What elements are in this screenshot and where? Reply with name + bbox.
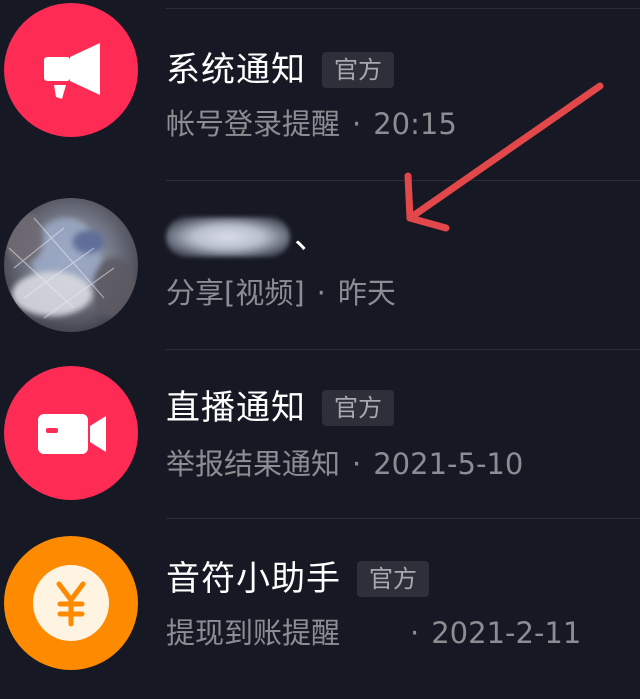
message-preview: 帐号登录提醒 (166, 107, 341, 141)
row-subtitle: 分享[视频] · 昨天 (166, 273, 396, 313)
official-badge: 官方 (322, 52, 394, 88)
megaphone-icon (44, 43, 100, 99)
official-badge: 官方 (357, 561, 429, 597)
row-subtitle: 提现到账提醒 · 2021-2-11 (166, 613, 581, 653)
row-title: 系统通知 (166, 50, 306, 90)
user-avatar (4, 198, 138, 332)
music-assistant-avatar (4, 536, 138, 670)
separator-dot: · (352, 447, 362, 481)
separator-dot: · (410, 616, 420, 650)
row-title-line: 直播通知 官方 (166, 386, 394, 430)
row-title-line: 音符小助手 官方 (166, 557, 429, 601)
message-row-system-notice[interactable]: 系统通知 官方 帐号登录提醒 · 20:15 (0, 0, 640, 180)
message-time: 2021-5-10 (373, 447, 524, 481)
message-preview: 举报结果通知 (166, 447, 341, 481)
row-title-line: 系统通知 官方 (166, 48, 394, 92)
row-subtitle: 举报结果通知 · 2021-5-10 (166, 444, 523, 484)
separator-dot: · (316, 276, 326, 310)
message-time: 2021-2-11 (431, 616, 582, 650)
message-list: 系统通知 官方 帐号登录提醒 · 20:15 、 分享[视频] · 昨天 直播通… (0, 0, 640, 699)
message-time: 昨天 (337, 276, 396, 310)
message-preview: 分享[视频] (166, 276, 305, 310)
yuan-coin-icon (33, 565, 109, 641)
row-subtitle: 帐号登录提醒 · 20:15 (166, 104, 457, 144)
video-camera-icon (38, 414, 106, 454)
row-title-suffix: 、 (294, 217, 329, 257)
message-row-user[interactable]: 、 分享[视频] · 昨天 (0, 181, 640, 349)
row-title: 音符小助手 (166, 559, 341, 599)
user-photo-icon (4, 198, 138, 332)
separator-dot: · (352, 107, 362, 141)
row-title: 直播通知 (166, 388, 306, 428)
message-row-music-assistant[interactable]: 音符小助手 官方 提现到账提醒 · 2021-2-11 (0, 519, 640, 699)
live-notice-avatar (4, 366, 138, 500)
official-badge: 官方 (322, 390, 394, 426)
row-title-line: 、 (166, 215, 329, 259)
message-preview: 提现到账提醒 (166, 616, 341, 650)
message-time: 20:15 (373, 107, 457, 141)
blurred-username (166, 217, 290, 257)
message-row-live-notice[interactable]: 直播通知 官方 举报结果通知 · 2021-5-10 (0, 350, 640, 518)
system-notice-avatar (4, 3, 138, 137)
